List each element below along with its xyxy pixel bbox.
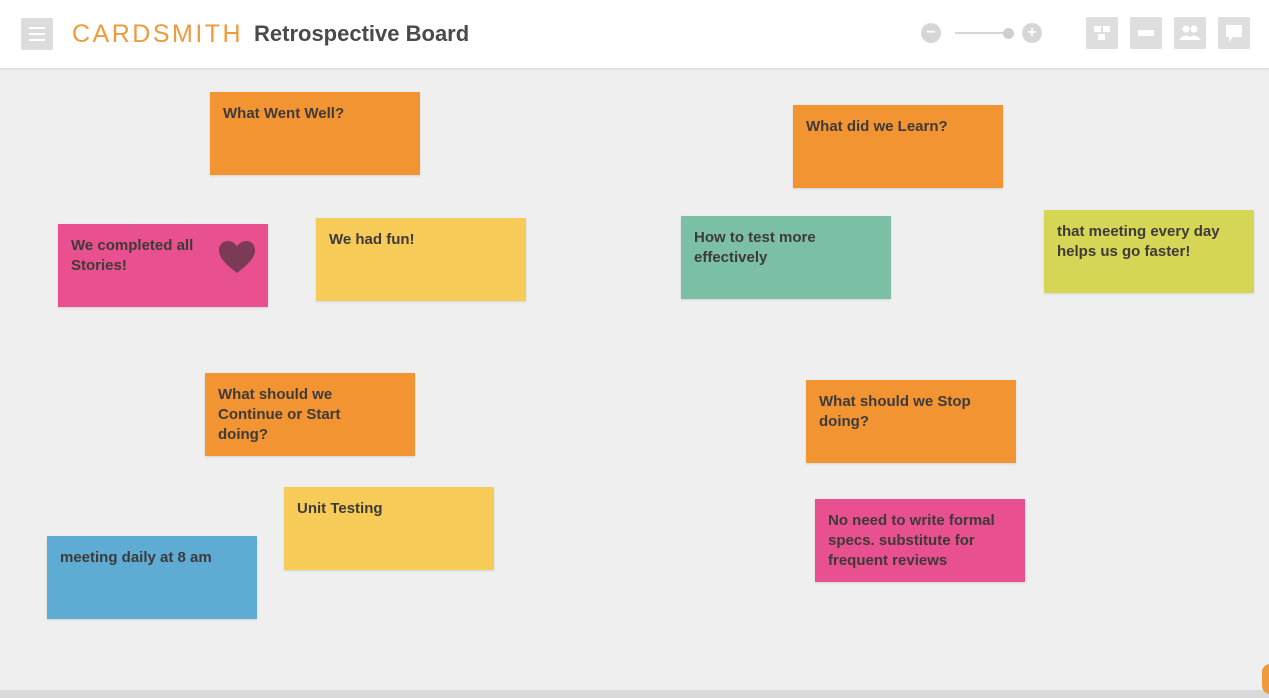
card-text: that meeting every day helps us go faste… — [1057, 223, 1220, 260]
layout-grid-icon[interactable] — [1086, 17, 1118, 49]
card-continue-or-start[interactable]: What should we Continue or Start doing? — [205, 373, 415, 456]
card-meeting-every-day[interactable]: that meeting every day helps us go faste… — [1044, 210, 1254, 293]
card-text: What should we Stop doing? — [819, 393, 971, 430]
hamburger-menu-icon[interactable] — [21, 18, 53, 50]
board-title: Retrospective Board — [254, 21, 470, 46]
card-text: What did we Learn? — [806, 118, 948, 135]
card-text: We had fun! — [329, 231, 415, 248]
card-text: What should we Continue or Start doing? — [218, 386, 341, 443]
card-text: We completed all Stories! — [71, 237, 194, 274]
card-text: How to test more effectively — [694, 229, 816, 266]
zoom-slider-thumb[interactable] — [1003, 28, 1014, 39]
card-what-did-we-learn[interactable]: What did we Learn? — [793, 105, 1003, 188]
card-unit-testing[interactable]: Unit Testing — [284, 487, 494, 570]
zoom-out-icon[interactable]: − — [921, 23, 941, 43]
card-we-had-fun[interactable]: We had fun! — [316, 218, 526, 301]
card-text: meeting daily at 8 am — [60, 549, 212, 566]
app-window: CARDSMITH Retrospective Board − + What W… — [0, 0, 1269, 698]
help-bubble-button[interactable] — [1262, 664, 1269, 694]
comment-icon[interactable] — [1218, 17, 1250, 49]
top-bar: CARDSMITH Retrospective Board − + — [0, 0, 1269, 69]
users-icon[interactable] — [1174, 17, 1206, 49]
card-text: What Went Well? — [223, 105, 345, 122]
bottom-scrollbar[interactable] — [0, 690, 1269, 698]
card-stop-doing[interactable]: What should we Stop doing? — [806, 380, 1016, 463]
zoom-in-icon[interactable]: + — [1022, 23, 1042, 43]
card-we-completed-all-stories[interactable]: We completed all Stories! — [58, 224, 268, 307]
card-how-to-test[interactable]: How to test more effectively — [681, 216, 891, 299]
cardsmith-logo: CARDSMITH — [72, 20, 244, 48]
heart-icon — [219, 241, 255, 273]
card-text: Unit Testing — [297, 500, 383, 517]
card-no-formal-specs[interactable]: No need to write formal specs. substitut… — [815, 499, 1025, 582]
card-what-went-well[interactable]: What Went Well? — [210, 92, 420, 175]
card-text: No need to write formal specs. substitut… — [828, 512, 995, 569]
card-meeting-daily[interactable]: meeting daily at 8 am — [47, 536, 257, 619]
card-icon[interactable] — [1130, 17, 1162, 49]
